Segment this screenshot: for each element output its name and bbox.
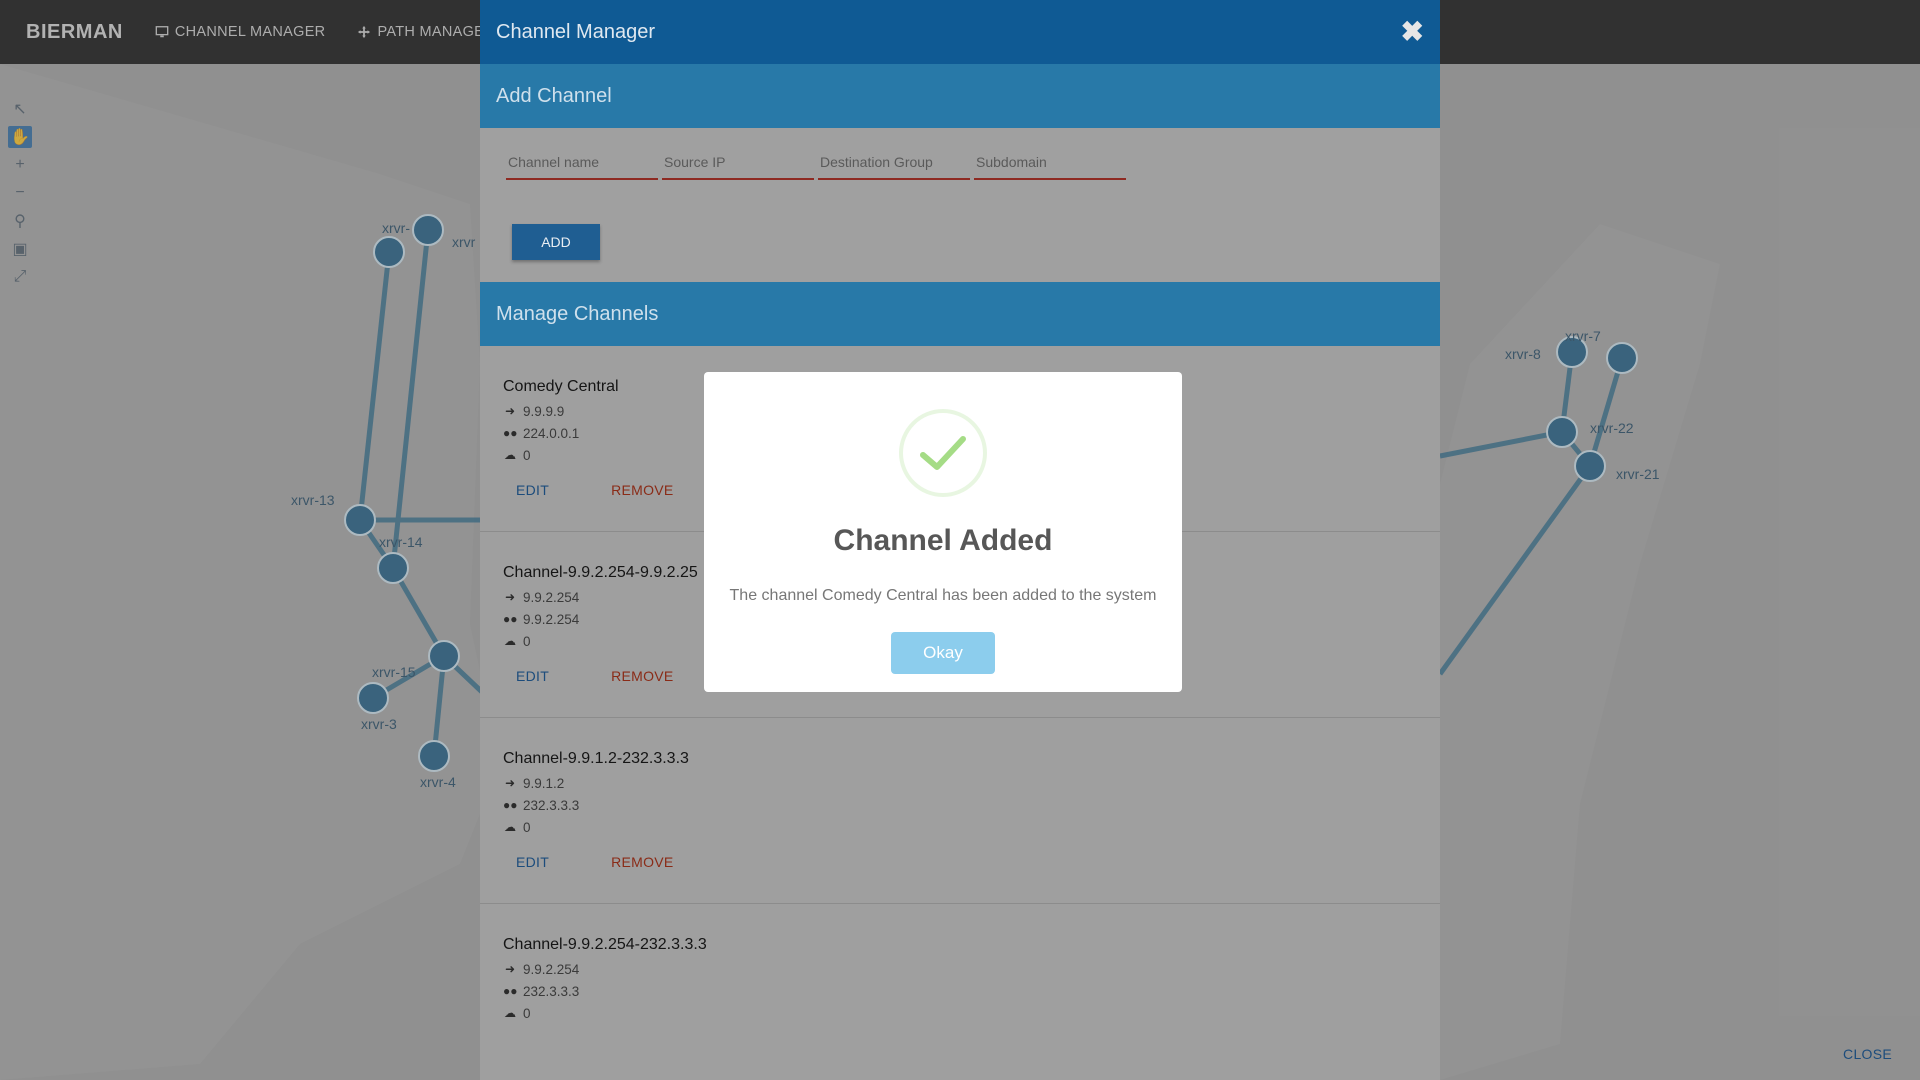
channel-group: 9.9.2.254 xyxy=(523,611,580,627)
add-channel-header: Add Channel xyxy=(480,64,1440,128)
cloud-icon: ☁ xyxy=(504,820,516,834)
channel-source: 9.9.2.254 xyxy=(523,589,580,605)
add-channel-form: Channel name Source IP Destination Group… xyxy=(480,128,1440,282)
channel-group: 232.3.3.3 xyxy=(523,797,580,813)
remove-button[interactable]: REMOVE xyxy=(611,482,673,498)
channel-group: 232.3.3.3 xyxy=(523,983,580,999)
modal-header: Channel Manager ✖ xyxy=(480,0,1440,64)
channel-name-input[interactable]: Channel name xyxy=(506,148,658,180)
cloud-icon: ☁ xyxy=(504,448,516,462)
dialog-message: The channel Comedy Central has been adde… xyxy=(729,587,1157,604)
users-icon: ●● xyxy=(503,798,518,812)
arrow-right-icon: ➜ xyxy=(504,590,516,604)
arrow-right-icon: ➜ xyxy=(504,962,516,976)
channel-source: 9.9.1.2 xyxy=(523,775,565,791)
channel-source: 9.9.9.9 xyxy=(523,403,565,419)
source-ip-input[interactable]: Source IP xyxy=(662,148,814,180)
edit-button[interactable]: EDIT xyxy=(516,854,549,870)
destination-group-input[interactable]: Destination Group xyxy=(818,148,970,180)
channel-subdomain: 0 xyxy=(523,819,531,835)
manage-channels-title: Manage Channels xyxy=(496,302,659,325)
arrow-right-icon: ➜ xyxy=(504,404,516,418)
okay-button[interactable]: Okay xyxy=(891,632,995,674)
add-channel-title: Add Channel xyxy=(496,84,612,107)
close-icon[interactable]: ✖ xyxy=(1401,18,1424,46)
close-button[interactable]: CLOSE xyxy=(1843,1046,1892,1062)
checkmark-icon xyxy=(920,436,966,470)
modal-title: Channel Manager xyxy=(496,20,655,43)
manage-channels-header: Manage Channels xyxy=(480,282,1440,346)
success-circle xyxy=(899,409,987,497)
users-icon: ●● xyxy=(503,984,518,998)
users-icon: ●● xyxy=(503,426,518,440)
edit-button[interactable]: EDIT xyxy=(516,482,549,498)
list-item: Channel-9.9.2.254-232.3.3.3 ➜ 9.9.2.254 ●… xyxy=(480,904,1440,1080)
dialog-title: Channel Added xyxy=(833,524,1053,557)
users-icon: ●● xyxy=(503,612,518,626)
channel-source: 9.9.2.254 xyxy=(523,961,580,977)
channel-group: 224.0.0.1 xyxy=(523,425,580,441)
channel-name: Channel-9.9.1.2-232.3.3.3 xyxy=(503,750,689,767)
subdomain-input[interactable]: Subdomain xyxy=(974,148,1126,180)
cloud-icon: ☁ xyxy=(504,634,516,648)
add-button[interactable]: ADD xyxy=(512,224,600,260)
channel-name: Channel-9.9.2.254-232.3.3.3 xyxy=(503,936,707,953)
remove-button[interactable]: REMOVE xyxy=(611,854,673,870)
channel-subdomain: 0 xyxy=(523,633,531,649)
cloud-icon: ☁ xyxy=(504,1006,516,1020)
arrow-right-icon: ➜ xyxy=(504,776,516,790)
list-item: Channel-9.9.1.2-232.3.3.3 ➜ 9.9.1.2 ●● 232… xyxy=(480,718,1440,904)
channel-subdomain: 0 xyxy=(523,1005,531,1021)
edit-button[interactable]: EDIT xyxy=(516,668,549,684)
remove-button[interactable]: REMOVE xyxy=(611,668,673,684)
success-dialog: Channel Added The channel Comedy Central… xyxy=(704,372,1182,692)
channel-subdomain: 0 xyxy=(523,447,531,463)
